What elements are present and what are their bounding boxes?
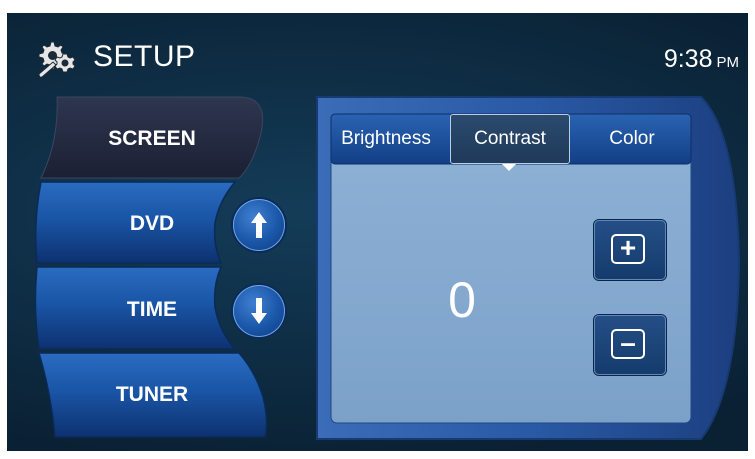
decrease-button[interactable]: – <box>594 315 666 375</box>
setup-screen: SETUP 9:38 PM SCREEN DVD TIME TUNER Brig… <box>7 13 748 451</box>
minus-icon: – <box>611 329 645 359</box>
contrast-value: 0 <box>448 272 476 328</box>
tab-color[interactable]: Color <box>577 114 687 164</box>
tab-brightness[interactable]: Brightness <box>331 114 441 164</box>
plus-icon: + <box>611 234 645 264</box>
tab-contrast[interactable]: Contrast <box>450 114 570 164</box>
increase-button[interactable]: + <box>594 220 666 280</box>
